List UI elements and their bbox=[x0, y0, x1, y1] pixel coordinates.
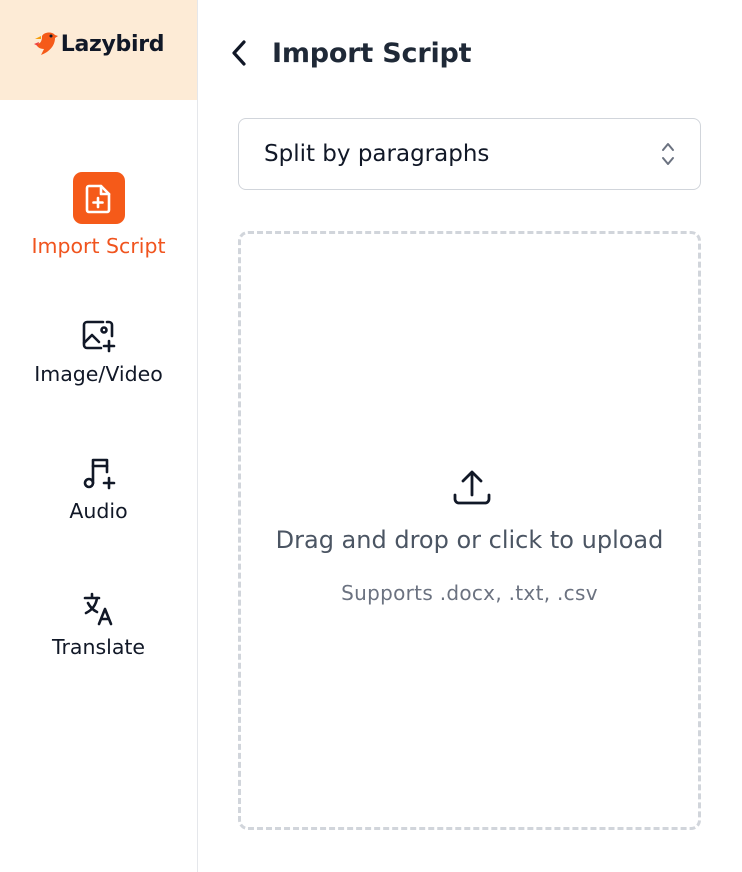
image-plus-icon bbox=[80, 317, 118, 355]
translate-icon bbox=[80, 590, 118, 628]
page-title: Import Script bbox=[272, 37, 472, 69]
nav-icon-highlight bbox=[72, 172, 125, 224]
app-window: Lazybird Import Script Image/Video Audio… bbox=[0, 0, 742, 872]
sidebar-item-label: Translate bbox=[51, 635, 146, 659]
sidebar-item-label: Image/Video bbox=[34, 362, 163, 386]
sidebar-item-translate[interactable]: Translate bbox=[0, 590, 197, 659]
dropzone-title: Drag and drop or click to upload bbox=[275, 526, 664, 554]
brand-name: Lazybird bbox=[60, 31, 165, 57]
chevron-left-icon bbox=[232, 40, 246, 66]
sidebar-item-import-script[interactable]: Import Script bbox=[0, 172, 197, 258]
sidebar-item-audio[interactable]: Audio bbox=[0, 454, 197, 523]
sidebar-item-label: Import Script bbox=[31, 234, 166, 258]
upload-dropzone[interactable]: Drag and drop or click to upload Support… bbox=[238, 231, 701, 830]
bird-logo-icon bbox=[33, 32, 58, 55]
brand-header[interactable]: Lazybird bbox=[0, 0, 197, 100]
split-mode-value: Split by paragraphs bbox=[264, 141, 490, 167]
back-button[interactable] bbox=[226, 38, 252, 68]
page-header: Import Script bbox=[226, 30, 472, 76]
dropzone-supported-formats: Supports .docx, .txt, .csv bbox=[341, 581, 598, 605]
split-mode-select[interactable]: Split by paragraphs bbox=[238, 118, 701, 190]
sidebar-item-image-video[interactable]: Image/Video bbox=[0, 317, 197, 386]
sidebar: Lazybird Import Script Image/Video Audio… bbox=[0, 0, 198, 872]
upload-icon bbox=[453, 470, 491, 505]
chevron-up-down-icon bbox=[662, 143, 674, 165]
sidebar-item-label: Audio bbox=[69, 499, 128, 523]
file-plus-icon bbox=[85, 184, 110, 214]
music-plus-icon bbox=[80, 454, 118, 492]
